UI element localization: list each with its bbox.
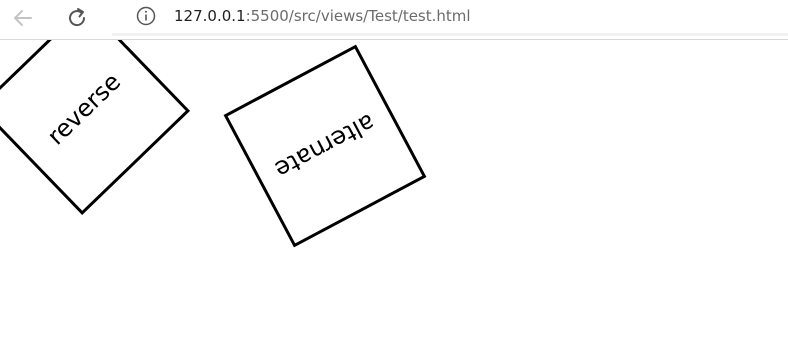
alternate-box: alternate xyxy=(223,44,427,248)
url-path: :5500/src/views/Test/test.html xyxy=(245,7,471,25)
back-arrow-icon xyxy=(14,10,32,26)
url-text[interactable]: 127.0.0.1:5500/src/views/Test/test.html xyxy=(174,7,471,25)
info-icon[interactable] xyxy=(136,6,156,26)
back-button[interactable] xyxy=(6,3,40,33)
address-bar[interactable]: 127.0.0.1:5500/src/views/Test/test.html xyxy=(112,0,788,36)
reverse-label: reverse xyxy=(41,67,127,151)
page-content: reverse alternate xyxy=(0,40,788,360)
alternate-label: alternate xyxy=(270,108,380,184)
url-host: 127.0.0.1 xyxy=(174,7,246,25)
reload-button[interactable] xyxy=(60,3,94,33)
browser-toolbar: 127.0.0.1:5500/src/views/Test/test.html xyxy=(0,0,788,40)
reverse-box: reverse xyxy=(0,40,191,216)
reload-icon xyxy=(69,8,86,27)
